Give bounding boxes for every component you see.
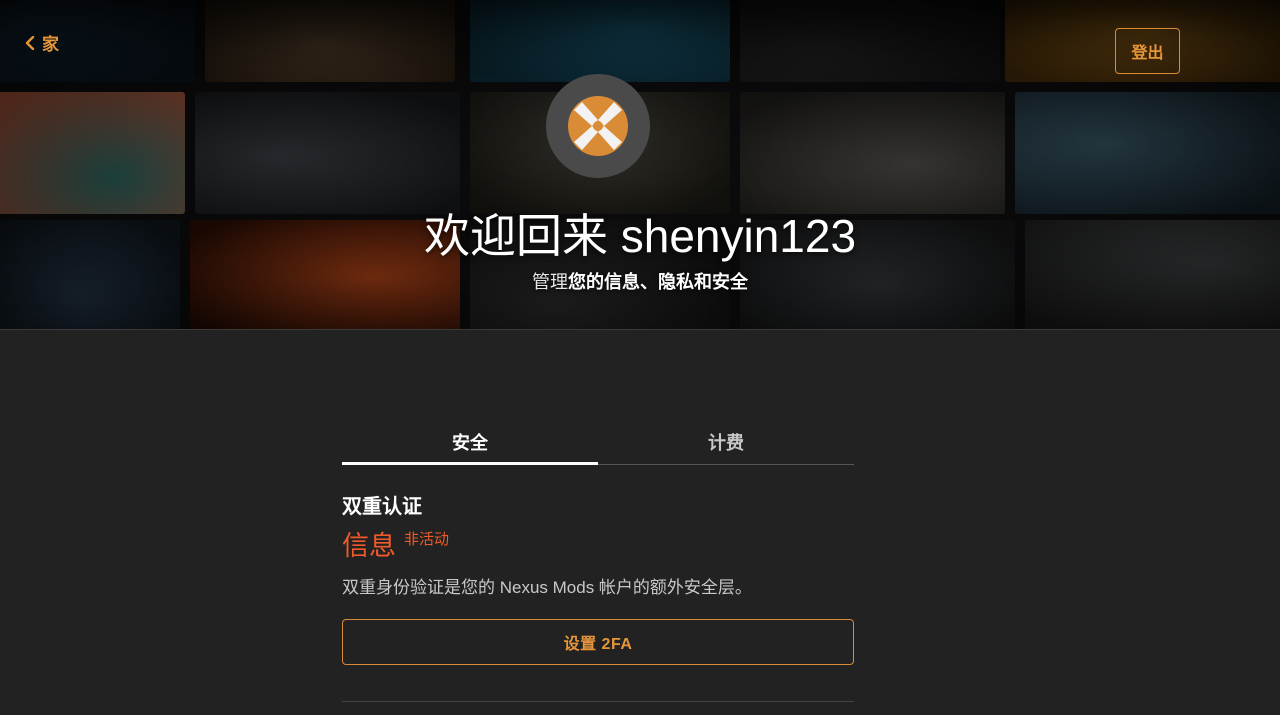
back-home-label: 家 — [42, 35, 59, 54]
two-factor-status: 信息 非活动 — [342, 529, 854, 563]
subtitle-plain: 管理 — [532, 272, 568, 292]
two-factor-section: 双重认证 信息 非活动 双重身份验证是您的 Nexus Mods 帐户的额外安全… — [342, 490, 854, 665]
setup-2fa-button[interactable]: 设置 2FA — [342, 619, 854, 665]
tab-security[interactable]: 安全 — [342, 420, 598, 465]
status-badge: 非活动 — [404, 531, 450, 548]
subtitle-bold: 您的信息、隐私和安全 — [568, 272, 748, 292]
hero-banner: 家 登出 欢迎回来 shenyin123 管理您的信息、隐私和安全 — [0, 0, 1280, 330]
logout-button[interactable]: 登出 — [1115, 28, 1180, 74]
hero-subtitle: 管理您的信息、隐私和安全 — [0, 268, 1280, 294]
welcome-heading: 欢迎回来 shenyin123 — [423, 210, 857, 262]
chevron-left-icon — [25, 35, 35, 50]
two-factor-title: 双重认证 — [342, 496, 422, 518]
section-divider — [342, 701, 854, 702]
back-home-link[interactable]: 家 — [24, 30, 59, 55]
hero-top-fade — [0, 0, 1280, 90]
tab-billing[interactable]: 计费 — [598, 420, 854, 464]
two-factor-description: 双重身份验证是您的 Nexus Mods 帐户的额外安全层。 — [342, 578, 752, 597]
account-tabs: 安全 计费 — [342, 420, 854, 465]
nexus-logo-icon — [568, 96, 628, 156]
status-label: 信息 — [342, 531, 396, 561]
avatar — [546, 74, 650, 178]
